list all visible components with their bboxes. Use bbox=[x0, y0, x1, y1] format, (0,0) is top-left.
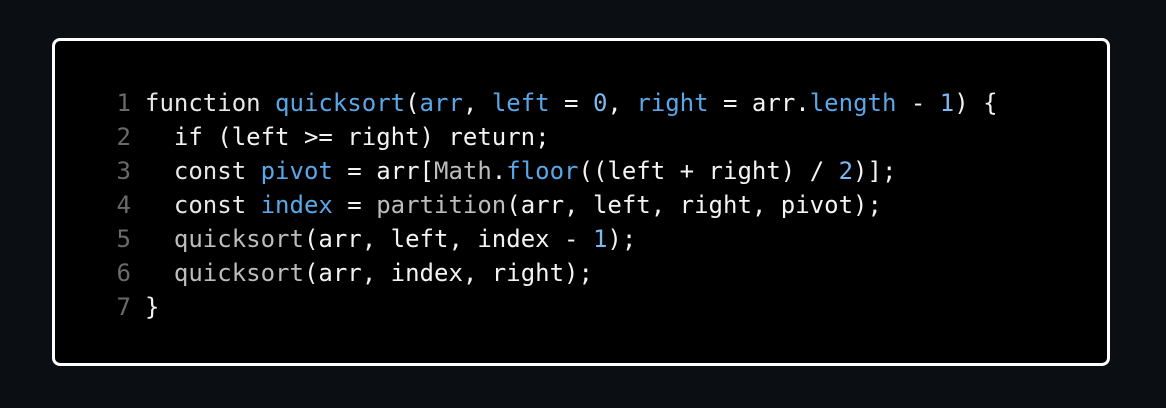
code-token: quicksort bbox=[173, 259, 304, 287]
code-token: left bbox=[491, 89, 550, 117]
code-token: quicksort bbox=[275, 89, 406, 117]
code-token: )]; bbox=[853, 157, 897, 185]
code-token: if (left >= right) return; bbox=[145, 123, 550, 151]
code-line: 4 const index = partition(arr, left, rig… bbox=[115, 188, 998, 222]
code-token: , bbox=[607, 89, 637, 117]
line-number: 2 bbox=[116, 123, 131, 151]
code-token: right bbox=[636, 89, 709, 117]
code-block: 1 function quicksort(arr, left = 0, right… bbox=[115, 86, 998, 324]
line-number: 7 bbox=[116, 293, 131, 321]
code-token: = bbox=[549, 89, 593, 117]
code-token: 1 bbox=[592, 225, 608, 253]
code-token: (arr, left, index - bbox=[303, 225, 593, 253]
code-token: index bbox=[260, 191, 333, 219]
line-number: 6 bbox=[116, 259, 131, 287]
code-token: 0 bbox=[592, 89, 608, 117]
code-token: (arr, index, right); bbox=[303, 259, 593, 287]
code-token: = bbox=[332, 191, 377, 219]
code-line: 6 quicksort(arr, index, right); bbox=[115, 256, 998, 290]
code-token: const bbox=[145, 157, 261, 185]
code-line: 1 function quicksort(arr, left = 0, right… bbox=[115, 86, 998, 120]
line-number: 5 bbox=[116, 225, 131, 253]
code-token: = arr[ bbox=[332, 157, 434, 185]
code-token: pivot bbox=[260, 157, 333, 185]
code-token: - bbox=[896, 89, 940, 117]
code-token: . bbox=[491, 157, 507, 185]
code-token: (arr, left, right, pivot); bbox=[506, 191, 882, 219]
code-token: partition bbox=[376, 191, 507, 219]
code-line: 7} bbox=[115, 290, 998, 324]
line-number: 4 bbox=[116, 191, 131, 219]
code-token: arr bbox=[419, 89, 463, 117]
code-snippet-frame: 1 function quicksort(arr, left = 0, right… bbox=[52, 38, 1110, 366]
code-token: ( bbox=[405, 89, 420, 117]
code-line: 5 quicksort(arr, left, index - 1); bbox=[115, 222, 998, 256]
code-token: length bbox=[809, 89, 897, 117]
line-number: 3 bbox=[116, 157, 131, 185]
code-token: 1 bbox=[939, 89, 955, 117]
code-token: 2 bbox=[838, 157, 854, 185]
code-line: 2 if (left >= right) return; bbox=[115, 120, 998, 154]
line-number: 1 bbox=[116, 89, 131, 117]
code-token: ((left + right) / bbox=[578, 157, 839, 185]
code-line: 3 const pivot = arr[Math.floor((left + r… bbox=[115, 154, 998, 188]
code-token: quicksort bbox=[173, 225, 304, 253]
code-token: ) { bbox=[954, 89, 998, 117]
code-token: Math bbox=[434, 157, 492, 185]
code-token: , bbox=[462, 89, 492, 117]
code-token: function bbox=[145, 89, 276, 117]
code-token: = arr. bbox=[708, 89, 810, 117]
code-token: } bbox=[145, 293, 160, 321]
code-token: floor bbox=[506, 157, 579, 185]
code-token: const bbox=[145, 191, 261, 219]
code-token: ); bbox=[607, 225, 637, 253]
